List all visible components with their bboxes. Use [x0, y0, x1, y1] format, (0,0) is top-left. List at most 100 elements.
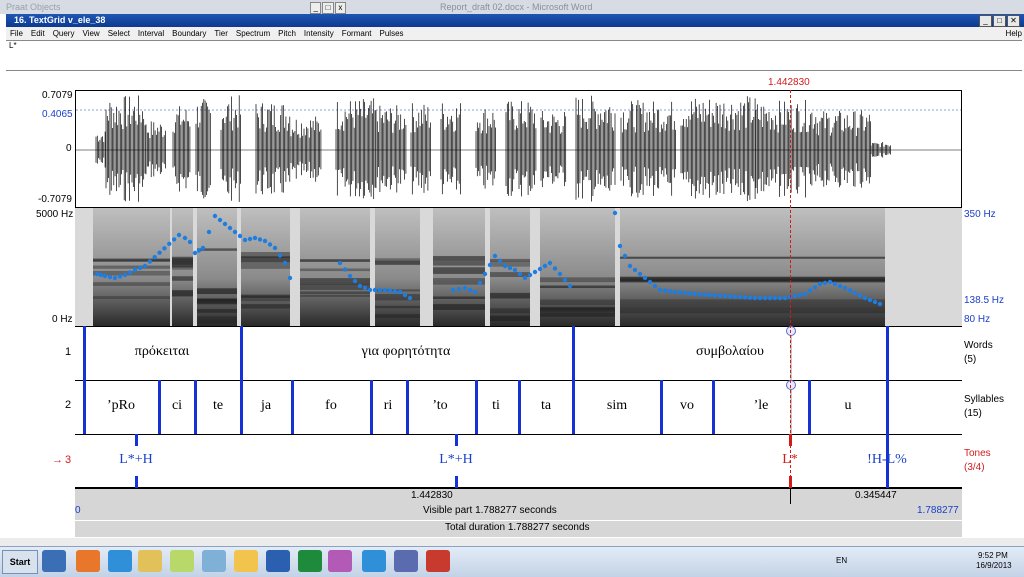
close-icon[interactable]: x: [334, 2, 346, 14]
word-boundary[interactable]: [572, 326, 575, 380]
word-boundary[interactable]: [83, 326, 86, 380]
waveform-panel[interactable]: [75, 90, 962, 208]
syllable-boundary[interactable]: [83, 380, 86, 434]
background-window-controls: _ □ x: [310, 2, 346, 14]
praat-objects-title[interactable]: Praat Objects: [6, 2, 146, 14]
tone-label[interactable]: L*+H: [119, 452, 153, 468]
menu-intensity[interactable]: Intensity: [300, 27, 338, 40]
internet-explorer-icon[interactable]: [108, 550, 132, 572]
menu-formant[interactable]: Formant: [338, 27, 376, 40]
minimize-icon[interactable]: _: [979, 15, 992, 27]
menu-file[interactable]: File: [6, 27, 27, 40]
clock-date[interactable]: 16/9/2013: [976, 561, 1012, 570]
syllable-interval[interactable]: ’le: [754, 398, 769, 414]
syllable-boundary[interactable]: [291, 380, 294, 434]
word-boundary[interactable]: [240, 326, 243, 380]
clock-time[interactable]: 9:52 PM: [978, 551, 1008, 560]
media-player-icon[interactable]: [42, 550, 66, 572]
syllable-interval[interactable]: te: [213, 398, 223, 414]
email-icon[interactable]: [234, 550, 258, 572]
notes-icon[interactable]: [170, 550, 194, 572]
syllable-interval[interactable]: ta: [541, 398, 551, 414]
syllable-boundary[interactable]: [660, 380, 663, 434]
tone-point-mark[interactable]: [135, 476, 138, 488]
time-cursor[interactable]: [790, 90, 791, 488]
menu-interval[interactable]: Interval: [134, 27, 168, 40]
excel-icon[interactable]: [298, 550, 322, 572]
tone-point-mark[interactable]: [455, 476, 458, 488]
language-indicator[interactable]: EN: [836, 556, 847, 565]
title-bar[interactable]: [6, 14, 1024, 27]
menu-help[interactable]: Help: [1006, 27, 1022, 40]
folder-icon[interactable]: [138, 550, 162, 572]
menu-edit[interactable]: Edit: [27, 27, 49, 40]
word-interval[interactable]: για φορητότητα: [362, 344, 451, 360]
textgrid-panel[interactable]: πρόκειται για φορητότητα συμβολαίου ’pRo…: [75, 326, 962, 488]
tier-2-name: Syllables: [964, 394, 1005, 405]
syllable-boundary[interactable]: [370, 380, 373, 434]
browser-icon[interactable]: [362, 550, 386, 572]
tone-label[interactable]: !H-L%: [867, 452, 907, 468]
tone-point-mark[interactable]: [135, 434, 138, 446]
syllable-boundary[interactable]: [158, 380, 161, 434]
visible-part-bar[interactable]: 0 Visible part 1.788277 seconds 1.788277: [75, 504, 962, 520]
window-controls: _ □ ✕: [979, 15, 1020, 27]
selection-bar[interactable]: 1.442830 0.345447: [75, 488, 962, 504]
system-tray: EN 9:52 PM 16/9/2013: [830, 551, 1024, 573]
syllable-boundary[interactable]: [240, 380, 243, 434]
boundary-insert-circle[interactable]: [786, 380, 796, 390]
tone-label[interactable]: L*+H: [439, 452, 473, 468]
menu-query[interactable]: Query: [49, 27, 79, 40]
word-icon[interactable]: [266, 550, 290, 572]
label-text-field[interactable]: L*: [6, 40, 1022, 71]
praat-objects-icon[interactable]: [394, 550, 418, 572]
menu-pitch[interactable]: Pitch: [274, 27, 300, 40]
spectrogram-energy: [93, 208, 885, 326]
syllable-interval[interactable]: ri: [384, 398, 393, 414]
horizontal-scrollbar[interactable]: [0, 538, 1024, 546]
visible-start: 0: [75, 505, 81, 516]
segment-divider: [790, 489, 791, 504]
syllable-interval[interactable]: vo: [680, 398, 694, 414]
firefox-icon[interactable]: [76, 550, 100, 572]
syllable-boundary[interactable]: [808, 380, 811, 434]
syllable-boundary[interactable]: [572, 380, 575, 434]
menu-spectrum[interactable]: Spectrum: [232, 27, 274, 40]
syllable-boundary[interactable]: [406, 380, 409, 434]
app-icon[interactable]: [202, 550, 226, 572]
syllable-boundary[interactable]: [194, 380, 197, 434]
syllable-interval[interactable]: ’to: [432, 398, 447, 414]
boundary-insert-circle[interactable]: [786, 326, 796, 336]
syllable-interval[interactable]: ti: [492, 398, 500, 414]
close-icon[interactable]: ✕: [1007, 15, 1020, 27]
word-window-title[interactable]: Report_draft 02.docx - Microsoft Word: [440, 2, 620, 14]
menu-pulses[interactable]: Pulses: [376, 27, 408, 40]
total-duration-bar[interactable]: Total duration 1.788277 seconds: [75, 521, 962, 537]
word-boundary[interactable]: [886, 326, 889, 380]
visible-end: 1.788277: [917, 505, 959, 516]
syllable-boundary[interactable]: [886, 380, 889, 434]
pdf-icon[interactable]: [426, 550, 450, 572]
maximize-icon[interactable]: □: [993, 15, 1006, 27]
syllable-interval[interactable]: ja: [261, 398, 271, 414]
menu-boundary[interactable]: Boundary: [168, 27, 210, 40]
spectrogram-panel[interactable]: [75, 208, 962, 326]
menu-tier[interactable]: Tier: [210, 27, 231, 40]
praat-icon[interactable]: [328, 550, 352, 572]
word-interval[interactable]: συμβολαίου: [696, 344, 764, 360]
syllable-interval[interactable]: u: [845, 398, 852, 414]
word-interval[interactable]: πρόκειται: [135, 344, 189, 360]
tone-point-mark[interactable]: [455, 434, 458, 446]
syllable-interval[interactable]: fo: [325, 398, 337, 414]
menu-select[interactable]: Select: [104, 27, 134, 40]
syllable-interval[interactable]: ’pRo: [107, 398, 135, 414]
syllable-boundary[interactable]: [475, 380, 478, 434]
syllable-boundary[interactable]: [518, 380, 521, 434]
syllable-interval[interactable]: ci: [172, 398, 182, 414]
minimize-icon[interactable]: _: [310, 2, 322, 14]
maximize-icon[interactable]: □: [322, 2, 334, 14]
syllable-boundary[interactable]: [712, 380, 715, 434]
start-button[interactable]: Start: [2, 550, 38, 574]
menu-view[interactable]: View: [78, 27, 103, 40]
syllable-interval[interactable]: sim: [607, 398, 627, 414]
